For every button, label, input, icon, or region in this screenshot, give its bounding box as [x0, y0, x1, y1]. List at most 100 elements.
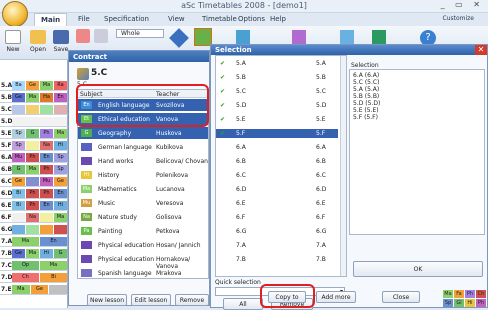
grid-lesson-cell[interactable]: Bi [12, 189, 25, 198]
class-selection-list[interactable]: ✔ 5.A 5.A ✔ 5.B 5.B ✔ 5.C 5.C ✔ 5.D 5.D ✔ 5.E 5.E ✔ 5.F 5… [215, 55, 347, 277]
grid-lesson-cell[interactable] [26, 105, 39, 114]
menu-item[interactable]: File [78, 15, 90, 23]
customize-link[interactable]: Customize [443, 15, 475, 22]
class-row[interactable]: ✔ 5.F 5.F [216, 129, 338, 138]
grid-lesson-cell[interactable] [12, 213, 25, 222]
class-row[interactable]: ✔ 5.B 5.B [216, 73, 338, 82]
tool4-icon[interactable] [372, 30, 386, 44]
grid-lesson-cell[interactable]: Ma [26, 165, 39, 174]
grid-lesson-cell[interactable] [26, 225, 39, 234]
grid-lesson-cell[interactable]: Ge [12, 177, 25, 186]
class-row[interactable]: 7.B 7.B [216, 255, 338, 264]
selected-list[interactable]: 6.A (6.A) 5.C (5.C) 5.A (5.A) 5.B (5.B) … [349, 69, 485, 235]
class-row[interactable]: 6.G 6.G [216, 227, 338, 236]
new-button[interactable]: New [4, 30, 22, 53]
grid-lesson-cell[interactable]: Ge [30, 285, 49, 294]
lesson-row[interactable]: Hi History Polenikova [78, 169, 208, 181]
grid-lesson-cell[interactable]: G [54, 249, 67, 258]
grid-lesson-cell[interactable] [26, 177, 39, 186]
menu-item[interactable]: Timetable [202, 15, 237, 23]
grid-lesson-cell[interactable] [49, 285, 67, 294]
class-row[interactable]: 6.C 6.C [216, 171, 338, 180]
lesson-row[interactable]: Mu Music Veresova [78, 197, 208, 209]
grid-lesson-cell[interactable]: En [40, 201, 53, 210]
grid-lesson-cell[interactable] [40, 105, 53, 114]
grid-lesson-cell[interactable] [54, 225, 67, 234]
grid-lesson-cell[interactable]: Ma [54, 213, 67, 222]
class-row[interactable]: 6.F 6.F [216, 213, 338, 222]
edit-lesson-button[interactable]: Edit lesson [131, 294, 171, 306]
window-controls[interactable]: _ ▭ ✕ [441, 0, 484, 9]
grid-lesson-cell[interactable]: Ma [26, 249, 39, 258]
class-row[interactable]: ✔ 5.A 5.A [216, 59, 338, 68]
grid-lesson-cell[interactable]: Ha [40, 93, 53, 102]
class-row[interactable]: 6.A 6.A [216, 143, 338, 152]
grid-lesson-cell[interactable]: Hi [40, 249, 53, 258]
class-row[interactable]: ✔ 5.E 5.E [216, 115, 338, 124]
grid-lesson-cell[interactable]: Ma [54, 129, 67, 138]
grid-lesson-cell[interactable]: G [12, 165, 25, 174]
grid-lesson-cell[interactable]: Ma [26, 93, 39, 102]
tool2-icon[interactable] [292, 30, 306, 44]
remove-lesson-button[interactable]: Remove [175, 294, 209, 306]
grid-lesson-cell[interactable]: Ra [54, 81, 67, 90]
list-scrollbar[interactable] [340, 56, 346, 276]
grid-lesson-cell[interactable]: Hi [54, 201, 67, 210]
lesson-row[interactable]: Physical education Hosan/ Jannich [78, 239, 208, 251]
close-button[interactable]: Close [382, 291, 420, 303]
new-lesson-button[interactable]: New lesson [87, 294, 127, 306]
grid-lesson-cell[interactable]: Op [12, 261, 39, 270]
lesson-row[interactable]: Na Nature study Golisova [78, 211, 208, 223]
grid-lesson-cell[interactable] [12, 105, 25, 114]
class-row[interactable]: 6.E 6.E [216, 199, 338, 208]
grid-lesson-cell[interactable]: Ph [26, 153, 39, 162]
open-button[interactable]: Open [28, 30, 48, 53]
grid-lesson-cell[interactable]: Mu [12, 153, 25, 162]
lesson-row[interactable]: G Geography Huskova [78, 127, 208, 139]
preview-icon[interactable] [94, 29, 108, 43]
lesson-row[interactable]: Ma Mathematics Lucanova [78, 183, 208, 195]
grid-lesson-cell[interactable] [12, 117, 67, 126]
grid-lesson-cell[interactable]: Ph [26, 189, 39, 198]
grid-lesson-cell[interactable]: Na [26, 213, 39, 222]
menu-item[interactable]: Specification [104, 15, 149, 23]
lesson-row[interactable]: Pa Painting Petkova [78, 225, 208, 237]
grid-lesson-cell[interactable]: En [54, 189, 67, 198]
grid-lesson-cell[interactable]: Na [40, 141, 53, 150]
class-row[interactable]: ✔ 5.D 5.D [216, 101, 338, 110]
grid-lesson-cell[interactable]: Ge [26, 81, 39, 90]
grid-lesson-cell[interactable]: Ph [40, 129, 53, 138]
grid-lesson-cell[interactable]: Sp [12, 129, 25, 138]
grid-lesson-cell[interactable]: Bi [12, 201, 25, 210]
grid-lesson-cell[interactable]: G [26, 129, 39, 138]
grid-lesson-cell[interactable]: Ma [40, 261, 67, 270]
view-selector[interactable]: Whole [116, 29, 164, 38]
grid-lesson-cell[interactable]: Sp [54, 165, 67, 174]
grid-lesson-cell[interactable]: Ph [26, 201, 39, 210]
grid-lesson-cell[interactable]: Ge [12, 249, 25, 258]
class-row[interactable]: 6.D 6.D [216, 185, 338, 194]
close-icon[interactable]: ✕ [475, 45, 487, 55]
tool-icon[interactable] [236, 30, 250, 44]
grid-lesson-cell[interactable]: Sp [12, 141, 25, 150]
grid-lesson-cell[interactable] [40, 213, 53, 222]
menu-item[interactable]: Main [34, 13, 68, 26]
grid-lesson-cell[interactable]: Ma [40, 81, 53, 90]
menu-item[interactable]: Help [270, 15, 286, 23]
class-row[interactable]: ✔ 5.C 5.C [216, 87, 338, 96]
grid-lesson-cell[interactable] [26, 141, 39, 150]
grid-lesson-cell[interactable]: En [40, 153, 53, 162]
lesson-row[interactable]: Physical education Hornakova/ Vanova [78, 253, 208, 270]
grid-lesson-cell[interactable]: Ma [12, 237, 39, 246]
lesson-row[interactable]: Hand works Belicova/ Chovan [78, 155, 208, 167]
grid-lesson-cell[interactable] [40, 225, 53, 234]
grid-lesson-cell[interactable]: Ma [12, 285, 30, 294]
all-button[interactable]: All [223, 298, 263, 310]
grid-lesson-cell[interactable]: Ph [40, 189, 53, 198]
class-row[interactable]: 6.B 6.B [216, 157, 338, 166]
grid-lesson-cell[interactable]: En [54, 93, 67, 102]
tool3-icon[interactable] [340, 30, 354, 44]
app-menu-orb-icon[interactable] [2, 1, 28, 27]
grid-lesson-cell[interactable] [12, 225, 25, 234]
grid-lesson-cell[interactable]: En [40, 237, 67, 246]
